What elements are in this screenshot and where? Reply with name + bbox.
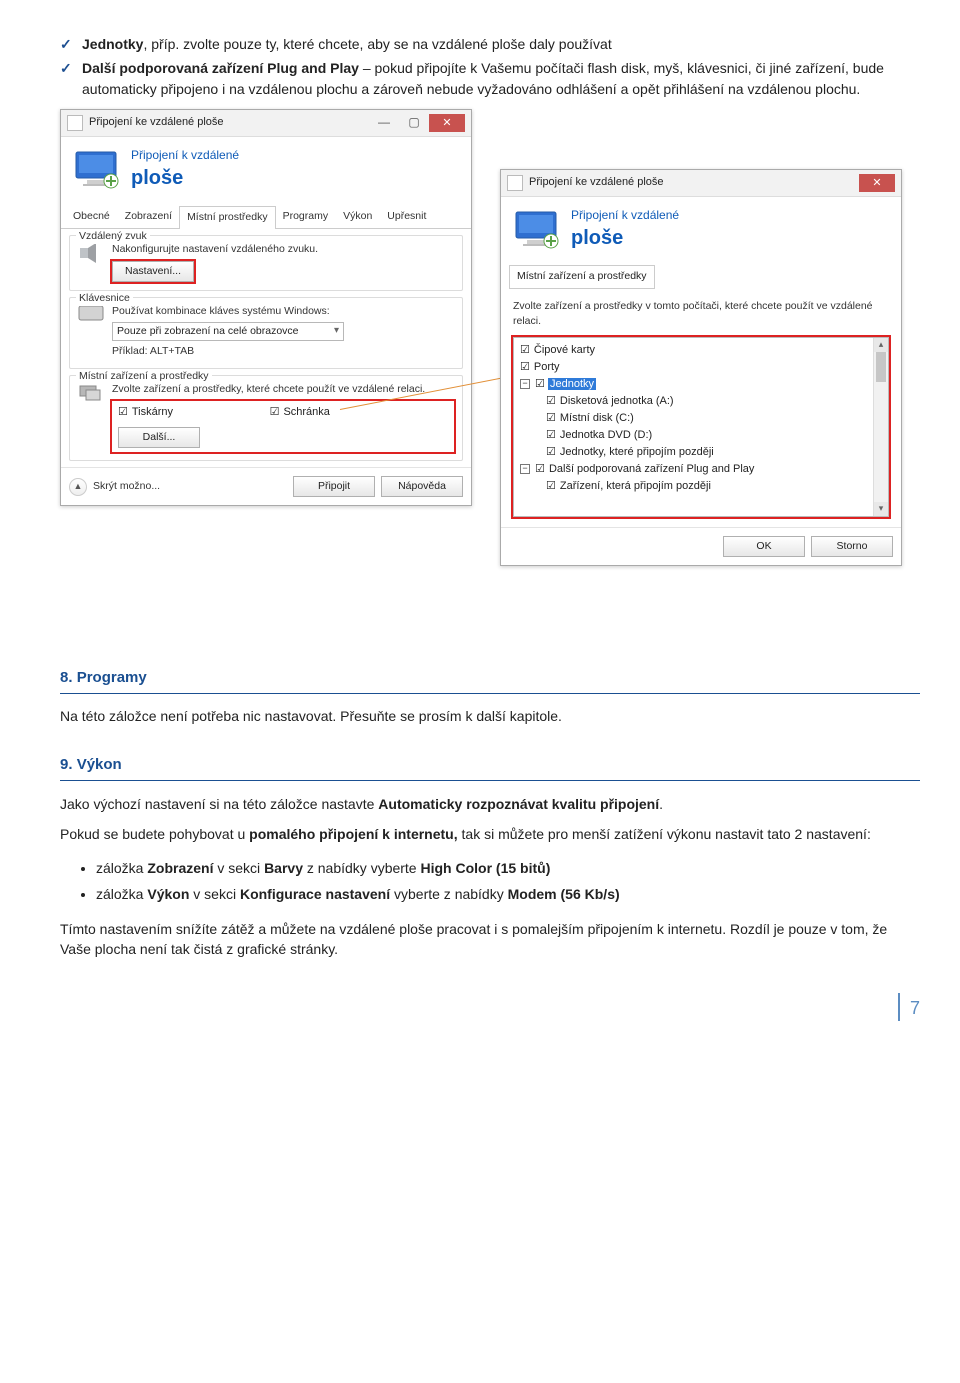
footer-bar: ▲ Skrýt možno... Připojit Nápověda xyxy=(61,467,471,505)
minimize-button[interactable]: — xyxy=(369,114,399,132)
scroll-down-icon[interactable]: ▾ xyxy=(874,502,888,516)
section-8-paragraph: Na této záložce není potřeba nic nastavo… xyxy=(60,706,920,726)
section-number: 9. xyxy=(60,756,73,773)
audio-desc: Nakonfigurujte nastavení vzdáleného zvuk… xyxy=(112,242,454,257)
tree-item: Disketová jednotka (A:) xyxy=(516,393,886,410)
group-vzdaleny-zvuk: Vzdálený zvuk Nakonfigurujte nastavení v… xyxy=(69,235,463,291)
cancel-button[interactable]: Storno xyxy=(811,536,893,557)
tree-item: − Další podporovaná zařízení Plug and Pl… xyxy=(516,461,886,478)
app-line1: Připojení k vzdálené xyxy=(131,147,239,164)
group-legend: Vzdálený zvuk xyxy=(76,229,150,244)
kbd-example: Příklad: ALT+TAB xyxy=(112,344,454,359)
window-title: Připojení ke vzdálené ploše xyxy=(89,115,224,131)
check-printers[interactable]: Tiskárny xyxy=(118,405,267,421)
collapse-icon[interactable]: − xyxy=(520,379,530,389)
devices-icon xyxy=(78,382,104,404)
app-line1: Připojení k vzdálené xyxy=(571,207,679,224)
tree-item: Porty xyxy=(516,359,886,376)
group-legend: Místní zařízení a prostředky xyxy=(76,369,212,384)
tab-obecne[interactable]: Obecné xyxy=(65,205,118,227)
list-item: záložka Zobrazení v sekci Barvy z nabídk… xyxy=(96,858,920,878)
tree-item: Místní disk (C:) xyxy=(516,410,886,427)
connect-button[interactable]: Připojit xyxy=(293,476,375,497)
settings-list: záložka Zobrazení v sekci Barvy z nabídk… xyxy=(60,858,920,905)
tree-item: Jednotka DVD (D:) xyxy=(516,427,886,444)
hide-options[interactable]: Skrýt možno... xyxy=(93,479,160,494)
speaker-icon xyxy=(78,242,104,264)
close-button[interactable]: ✕ xyxy=(859,174,895,192)
app-header: Připojení k vzdálené ploše xyxy=(61,137,471,205)
group-legend: Klávesnice xyxy=(76,291,133,306)
page-number: 7 xyxy=(60,993,920,1021)
app-header: Připojení k vzdálené ploše xyxy=(501,197,901,265)
audio-settings-button[interactable]: Nastavení... xyxy=(112,261,194,282)
scroll-thumb[interactable] xyxy=(876,352,886,382)
tab-zobrazeni[interactable]: Zobrazení xyxy=(117,205,180,227)
screenshot-row: Připojení ke vzdálené ploše — ▢ ✕ Připoj… xyxy=(60,109,920,639)
scroll-up-icon[interactable]: ▴ xyxy=(874,338,888,352)
scrollbar[interactable]: ▴ ▾ xyxy=(873,338,888,516)
help-button[interactable]: Nápověda xyxy=(381,476,463,497)
app-line2: ploše xyxy=(571,224,679,253)
keyboard-icon xyxy=(78,304,104,322)
rdp-window-settings: Připojení ke vzdálené ploše — ▢ ✕ Připoj… xyxy=(60,109,472,506)
monitor-icon xyxy=(515,211,561,249)
rdp-window-devices: Připojení ke vzdálené ploše ✕ Připojení … xyxy=(500,169,902,566)
collapse-options-icon[interactable]: ▲ xyxy=(69,478,87,496)
app-icon xyxy=(67,115,83,131)
kbd-mode-select[interactable]: Pouze při zobrazení na celé obrazovce xyxy=(112,322,344,341)
more-devices-button[interactable]: Další... xyxy=(118,427,200,448)
section-9-heading: 9. Výkon xyxy=(60,754,920,781)
section-title: Programy xyxy=(77,669,147,686)
section-number: 8. xyxy=(60,669,73,686)
bullet-text: , příp. zvolte pouze ty, které chcete, a… xyxy=(143,36,611,52)
tree-item: Jednotky, které připojím později xyxy=(516,444,886,461)
section-8-heading: 8. Programy xyxy=(60,667,920,694)
devices-desc: Zvolte zařízení a prostředky v tomto poč… xyxy=(513,299,889,329)
bullet-plug-and-play: Další podporovaná zařízení Plug and Play… xyxy=(60,58,920,99)
kbd-desc: Používat kombinace kláves systému Window… xyxy=(112,304,454,319)
window-title: Připojení ke vzdálené ploše xyxy=(529,175,664,191)
bullet-label: Jednotky xyxy=(82,36,143,52)
close-button[interactable]: ✕ xyxy=(429,114,465,132)
titlebar: Připojení ke vzdálené ploše ✕ xyxy=(501,170,901,197)
section-title: Výkon xyxy=(77,756,122,773)
bullet-jednotky: Jednotky, příp. zvolte pouze ty, které c… xyxy=(60,34,920,54)
section-9-p3: Tímto nastavením snížíte zátěž a můžete … xyxy=(60,919,920,960)
app-line2: ploše xyxy=(131,164,239,193)
monitor-icon xyxy=(75,151,121,189)
group-mistni-zarizeni: Místní zařízení a prostředky Zvolte zaří… xyxy=(69,375,463,461)
ok-button[interactable]: OK xyxy=(723,536,805,557)
list-item: záložka Výkon v sekci Konfigurace nastav… xyxy=(96,884,920,904)
tab-devices[interactable]: Místní zařízení a prostředky xyxy=(509,265,655,288)
tab-programy[interactable]: Programy xyxy=(275,205,337,227)
section-9-p2: Pokud se budete pohybovat u pomalého při… xyxy=(60,824,920,844)
check-clipboard[interactable]: Schránka xyxy=(270,405,330,421)
tabs-bar: Obecné Zobrazení Místní prostředky Progr… xyxy=(61,205,471,228)
footer-bar: OK Storno xyxy=(501,527,901,565)
group-klavesnice: Klávesnice Používat kombinace kláves sys… xyxy=(69,297,463,369)
section-9-p1: Jako výchozí nastavení si na této záložc… xyxy=(60,794,920,814)
maximize-button[interactable]: ▢ xyxy=(399,114,429,132)
collapse-icon[interactable]: − xyxy=(520,464,530,474)
page-number-value: 7 xyxy=(910,993,920,1021)
app-icon xyxy=(507,175,523,191)
tab-vykon[interactable]: Výkon xyxy=(335,205,380,227)
dev-desc: Zvolte zařízení a prostředky, které chce… xyxy=(112,382,454,397)
tab-upresnit[interactable]: Upřesnit xyxy=(379,205,434,227)
tree-item: Čipové karty xyxy=(516,342,886,359)
tree-item: − ☑ Jednotky xyxy=(516,376,886,393)
tab-mistni-prostredky[interactable]: Místní prostředky xyxy=(179,206,276,228)
bullet-label: Další podporovaná zařízení Plug and Play xyxy=(82,60,359,76)
tree-item: Zařízení, která připojím později xyxy=(516,478,886,495)
page-number-bar xyxy=(898,993,900,1021)
devices-tree[interactable]: Čipové karty Porty − ☑ Jednotky Disketov… xyxy=(513,337,889,517)
titlebar: Připojení ke vzdálené ploše — ▢ ✕ xyxy=(61,110,471,137)
